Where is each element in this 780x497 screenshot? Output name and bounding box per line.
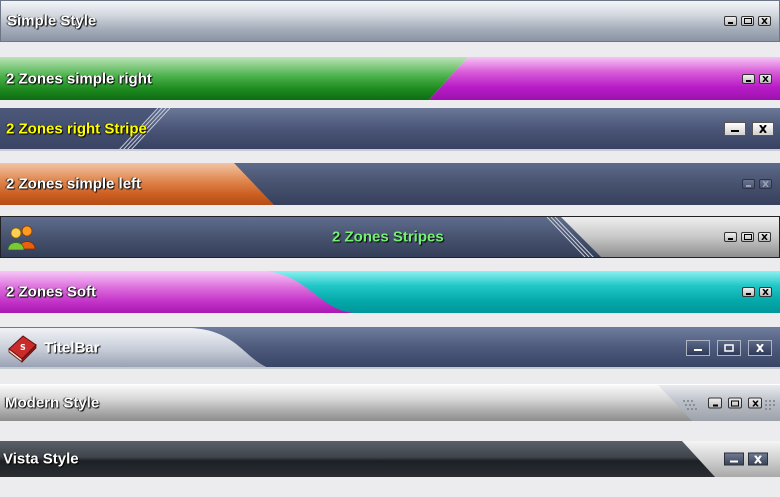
titlebar-title: Modern Style bbox=[5, 394, 100, 412]
grip-dots-right bbox=[765, 400, 775, 410]
minimize-icon bbox=[731, 129, 739, 132]
window-buttons bbox=[686, 339, 772, 356]
titlebar-vista-style: Vista Style bbox=[0, 441, 780, 477]
window-buttons bbox=[724, 16, 771, 26]
minimize-icon bbox=[712, 404, 718, 406]
minimize-button[interactable] bbox=[724, 16, 737, 26]
right-zone bbox=[682, 441, 780, 477]
minimize-button[interactable] bbox=[708, 397, 722, 409]
close-button[interactable] bbox=[752, 121, 774, 136]
window-buttons bbox=[724, 232, 771, 242]
close-button[interactable] bbox=[748, 397, 762, 409]
minimize-button[interactable] bbox=[724, 232, 737, 242]
window-buttons bbox=[742, 179, 772, 189]
book-icon: S bbox=[8, 335, 37, 363]
titlebar-modern-style: Modern Style bbox=[0, 384, 780, 421]
minimize-icon bbox=[746, 293, 751, 295]
window-buttons bbox=[742, 287, 772, 297]
close-button[interactable] bbox=[759, 179, 772, 189]
window-buttons bbox=[742, 73, 772, 84]
close-button[interactable] bbox=[759, 287, 772, 297]
close-icon bbox=[761, 18, 768, 24]
titlebar-simple-style: Simple Style bbox=[0, 0, 780, 42]
close-icon bbox=[762, 181, 769, 187]
left-zone bbox=[0, 271, 780, 313]
close-button[interactable] bbox=[758, 232, 771, 242]
close-icon bbox=[761, 234, 768, 240]
titlebar-title: 2 Zones Soft bbox=[6, 283, 97, 301]
users-icon bbox=[7, 225, 36, 250]
maximize-icon bbox=[724, 343, 734, 352]
left-zone bbox=[0, 328, 780, 367]
maximize-button[interactable] bbox=[741, 16, 754, 26]
minimize-icon bbox=[746, 185, 751, 187]
titlebar-title: Simple Style bbox=[7, 12, 97, 30]
close-icon bbox=[754, 455, 762, 463]
minimize-button[interactable] bbox=[742, 73, 755, 84]
minimize-icon bbox=[728, 22, 733, 24]
minimize-icon bbox=[746, 79, 751, 82]
titlebar-title: 2 Zones right Stripe bbox=[6, 120, 147, 137]
minimize-icon bbox=[728, 238, 733, 240]
close-button[interactable] bbox=[759, 73, 772, 84]
maximize-button[interactable] bbox=[728, 397, 742, 409]
close-button[interactable] bbox=[748, 452, 768, 466]
close-icon bbox=[756, 343, 764, 352]
titlebar-2-zones-simple-right: 2 Zones simple right bbox=[0, 57, 780, 100]
titlebar-title: TitelBar bbox=[44, 339, 100, 356]
maximize-icon bbox=[743, 18, 752, 24]
maximize-button[interactable] bbox=[717, 339, 741, 356]
minimize-button[interactable] bbox=[724, 121, 746, 136]
close-icon bbox=[759, 124, 767, 133]
titlebar-2-zones-soft: 2 Zones Soft bbox=[0, 271, 780, 313]
titlebar-2-zones-right-stripe: 2 Zones right Stripe bbox=[0, 108, 780, 151]
stripe-decoration bbox=[546, 217, 594, 257]
svg-text:S: S bbox=[20, 343, 26, 352]
maximize-icon bbox=[731, 400, 739, 406]
minimize-button[interactable] bbox=[742, 179, 755, 189]
grip-dots-left bbox=[683, 400, 697, 410]
minimize-icon bbox=[730, 460, 738, 462]
minimize-button[interactable] bbox=[742, 287, 755, 297]
close-icon bbox=[762, 75, 769, 82]
titlebar-title: 2 Zones simple left bbox=[6, 175, 142, 193]
titlebar-title: 2 Zones Stripes bbox=[332, 228, 444, 246]
maximize-button[interactable] bbox=[741, 232, 754, 242]
minimize-button[interactable] bbox=[724, 452, 744, 466]
maximize-icon bbox=[743, 234, 752, 240]
titlebar-2-zones-stripes: 2 Zones Stripes bbox=[0, 216, 780, 258]
window-buttons bbox=[724, 121, 774, 136]
close-icon bbox=[751, 400, 759, 406]
minimize-icon bbox=[694, 348, 702, 351]
close-button[interactable] bbox=[748, 339, 772, 356]
titlebar-2-zones-simple-left: 2 Zones simple left bbox=[0, 163, 780, 205]
right-zone bbox=[658, 385, 780, 421]
titlebar-title: 2 Zones simple right bbox=[6, 70, 152, 87]
close-button[interactable] bbox=[758, 16, 771, 26]
close-icon bbox=[762, 289, 769, 295]
titlebar-titelbar: S TitelBar bbox=[0, 327, 780, 369]
window-buttons bbox=[708, 397, 762, 409]
window-buttons bbox=[724, 452, 768, 466]
titlebar-title: Vista Style bbox=[3, 450, 79, 468]
minimize-button[interactable] bbox=[686, 339, 710, 356]
